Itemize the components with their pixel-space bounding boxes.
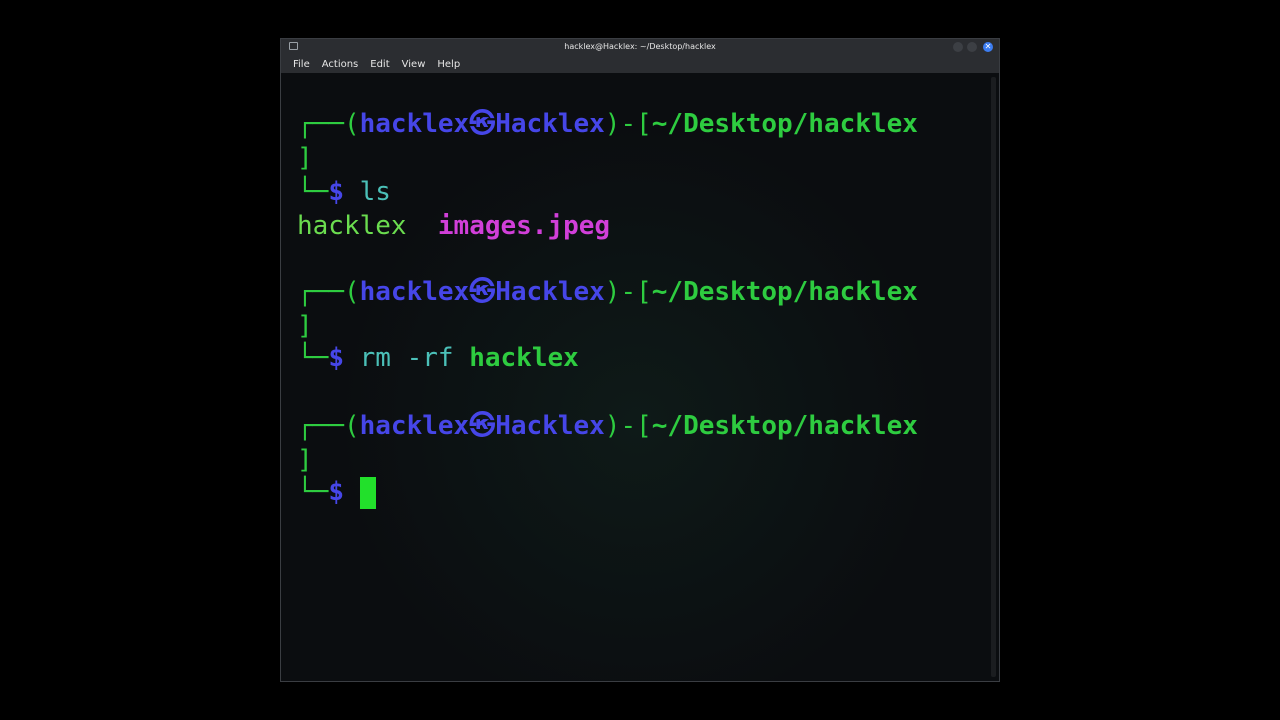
terminal-window: hacklex@Hacklex: ~/Desktop/hacklex ✕ Fil… (280, 38, 1000, 682)
kali-skull-icon: ㉿ (469, 277, 496, 307)
kali-skull-icon: ㉿ (469, 411, 496, 441)
menu-actions[interactable]: Actions (322, 59, 359, 70)
command-text: ls (359, 177, 391, 207)
terminal-app-icon (289, 42, 298, 50)
kali-skull-icon: ㉿ (469, 109, 496, 139)
maximize-button[interactable] (967, 42, 977, 52)
prompt-path: ~/Desktop/hacklex (651, 109, 918, 139)
window-title: hacklex@Hacklex: ~/Desktop/hacklex (564, 42, 716, 51)
menu-file[interactable]: File (293, 59, 310, 70)
command-target: hacklex (469, 343, 579, 373)
scrollbar[interactable] (991, 77, 996, 677)
prompt-line: ┌──(hacklex㉿Hacklex)-[~/Desktop/hacklex (297, 109, 918, 139)
prompt-line: ┌──(hacklex㉿Hacklex)-[~/Desktop/hacklex (297, 277, 918, 307)
menu-edit[interactable]: Edit (370, 59, 389, 70)
prompt-path: ~/Desktop/hacklex (651, 411, 918, 441)
ls-output: hacklex images.jpeg (297, 209, 610, 243)
dir-entry: hacklex (297, 211, 407, 241)
menu-help[interactable]: Help (437, 59, 460, 70)
text-cursor (359, 476, 376, 509)
minimize-button[interactable] (953, 42, 963, 52)
command-text: rm (359, 343, 391, 373)
command-line: └─$ rm -rf hacklex (297, 343, 579, 373)
menu-bar: File Actions Edit View Help (281, 55, 999, 73)
title-bar: hacklex@Hacklex: ~/Desktop/hacklex ✕ (281, 39, 999, 55)
command-line: └─$ (297, 475, 376, 509)
file-entry: images.jpeg (437, 211, 611, 241)
close-icon: ✕ (984, 42, 992, 51)
prompt-path: ~/Desktop/hacklex (651, 277, 918, 307)
terminal-output[interactable]: ┌──(hacklex㉿Hacklex)-[~/Desktop/hacklex … (287, 73, 989, 681)
prompt-line: ┌──(hacklex㉿Hacklex)-[~/Desktop/hacklex (297, 411, 918, 441)
close-button[interactable]: ✕ (983, 42, 993, 52)
command-flag: -rf (406, 343, 454, 373)
command-line: └─$ ls (297, 177, 391, 207)
menu-view[interactable]: View (402, 59, 426, 70)
